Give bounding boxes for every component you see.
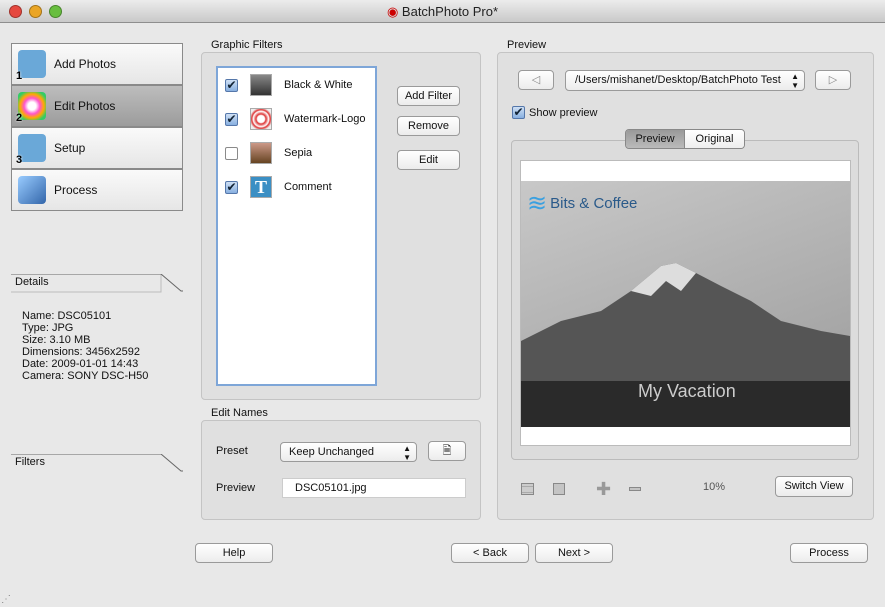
stepper-arrows-icon: ▲ ▼ [791,72,799,90]
path-value: /Users/mishanet/Desktop/BatchPhoto Test [575,74,781,86]
path-select[interactable]: /Users/mishanet/Desktop/BatchPhoto Test ▲… [565,70,805,91]
preview-label: Preview [507,39,547,51]
stepper-arrows-icon: ▲ ▼ [403,444,411,462]
filter-label: Comment [284,181,332,193]
minimize-button[interactable] [29,5,42,18]
add-filter-button[interactable]: Add Filter [397,86,460,106]
edit-names-group [201,420,481,520]
preset-label: Preset [216,445,248,457]
detail-camera: Camera: SONY DSC-H50 [22,370,149,382]
process-button[interactable]: Process [790,543,868,563]
preview-tabs: Preview Original [625,129,745,149]
next-button[interactable]: Next > [535,543,613,563]
filter-label: Sepia [284,147,313,159]
nav-process[interactable]: Process [11,169,183,211]
add-photos-icon: 1 [16,50,46,82]
nav-label: Setup [54,141,86,155]
name-preview-field[interactable]: DSC05101.jpg [282,478,466,498]
previous-photo-button[interactable]: ◁ [518,70,554,90]
filter-item[interactable]: ✔ Black & White [218,70,378,100]
logo-flame-icon: ≋ [527,190,548,217]
filters-header[interactable]: Filters [11,454,183,474]
detail-name: Name: DSC05101 [22,310,112,322]
detail-type: Type: JPG [22,322,74,334]
nav-label: Edit Photos [54,99,116,113]
preview-frame: ≋ Bits & Coffee My Vacation [520,160,851,446]
preset-value: Keep Unchanged [289,446,375,458]
actual-size-icon[interactable] [553,483,565,495]
setup-icon: 3 [16,134,46,166]
edit-photos-icon: 2 [16,92,46,124]
bits-coffee-logo: ≋ Bits & Coffee [527,189,637,218]
nav-setup[interactable]: 3 Setup [11,127,183,169]
remove-filter-button[interactable]: Remove [397,116,460,136]
show-preview-label: Show preview [529,106,598,119]
resize-grip-icon[interactable]: ⋰ [1,594,11,605]
filter-item[interactable]: Sepia [218,138,378,168]
back-button[interactable]: < Back [451,543,529,563]
next-photo-button[interactable]: ▷ [815,70,851,90]
zoom-level: 10% [703,481,726,493]
filter-checkbox[interactable]: ✔ [225,180,238,194]
window-title: BatchPhoto Pro* [401,4,499,19]
edit-filter-button[interactable]: Edit [397,150,460,170]
nav-add-photos[interactable]: 1 Add Photos [11,43,183,85]
filter-checkbox[interactable]: ✔ [225,78,238,92]
filter-item[interactable]: ✔ T Comment [218,172,378,202]
details-header[interactable]: Details [11,274,183,294]
filter-checkbox[interactable]: ✔ [225,112,238,126]
watermark-caption: My Vacation [638,381,736,401]
filter-item[interactable]: ✔ Watermark-Logo [218,104,378,134]
preset-document-button[interactable]: 🗎 [428,441,466,461]
zoom-in-icon[interactable]: ✚ [596,479,611,500]
detail-size: Size: 3.10 MB [22,334,91,346]
filter-checkbox[interactable] [225,146,238,160]
document-icon: 🗎 [442,445,452,457]
show-preview-checkbox[interactable]: ✔ Show preview [512,106,597,119]
help-button[interactable]: Help [195,543,273,563]
detail-dimensions: Dimensions: 3456x2592 [22,346,141,358]
app-icon: ◉ [386,4,399,19]
switch-view-button[interactable]: Switch View [775,476,853,497]
filter-list[interactable]: ✔ Black & White ✔ Watermark-Logo Sepia ✔ T C… [216,66,377,386]
watermark-filter-icon [250,108,272,130]
edit-names-label: Edit Names [211,407,268,419]
nav-label: Add Photos [54,57,117,71]
tab-preview[interactable]: Preview [626,130,684,148]
preset-select[interactable]: Keep Unchanged ▲ ▼ [280,442,417,462]
name-preview-label: Preview [216,482,256,494]
zoom-button[interactable] [49,5,62,18]
details-info: Name: DSC05101 Type: JPG Size: 3.10 MB D… [22,310,148,382]
process-icon [18,176,46,204]
sepia-filter-icon [250,142,272,164]
title-bar: ◉ BatchPhoto Pro* [0,0,885,23]
text-filter-icon: T [250,176,272,198]
left-arrow-icon: ◁ [531,74,541,86]
graphic-filters-label: Graphic Filters [211,39,283,51]
right-arrow-icon: ▷ [828,74,838,86]
checkbox[interactable]: ✔ [512,106,525,119]
detail-date: Date: 2009-01-01 14:43 [22,358,139,370]
preview-image: ≋ Bits & Coffee My Vacation [521,181,850,427]
nav-label: Process [54,183,98,197]
nav-edit-photos[interactable]: 2 Edit Photos [11,85,183,127]
tab-original[interactable]: Original [684,130,744,148]
logo-text: Bits & Coffee [550,195,638,212]
zoom-out-icon[interactable] [629,487,641,491]
close-button[interactable] [9,5,22,18]
filter-label: Watermark-Logo [284,113,366,125]
filter-label: Black & White [284,79,353,91]
bw-filter-icon [250,74,272,96]
fit-view-icon[interactable] [521,483,534,495]
